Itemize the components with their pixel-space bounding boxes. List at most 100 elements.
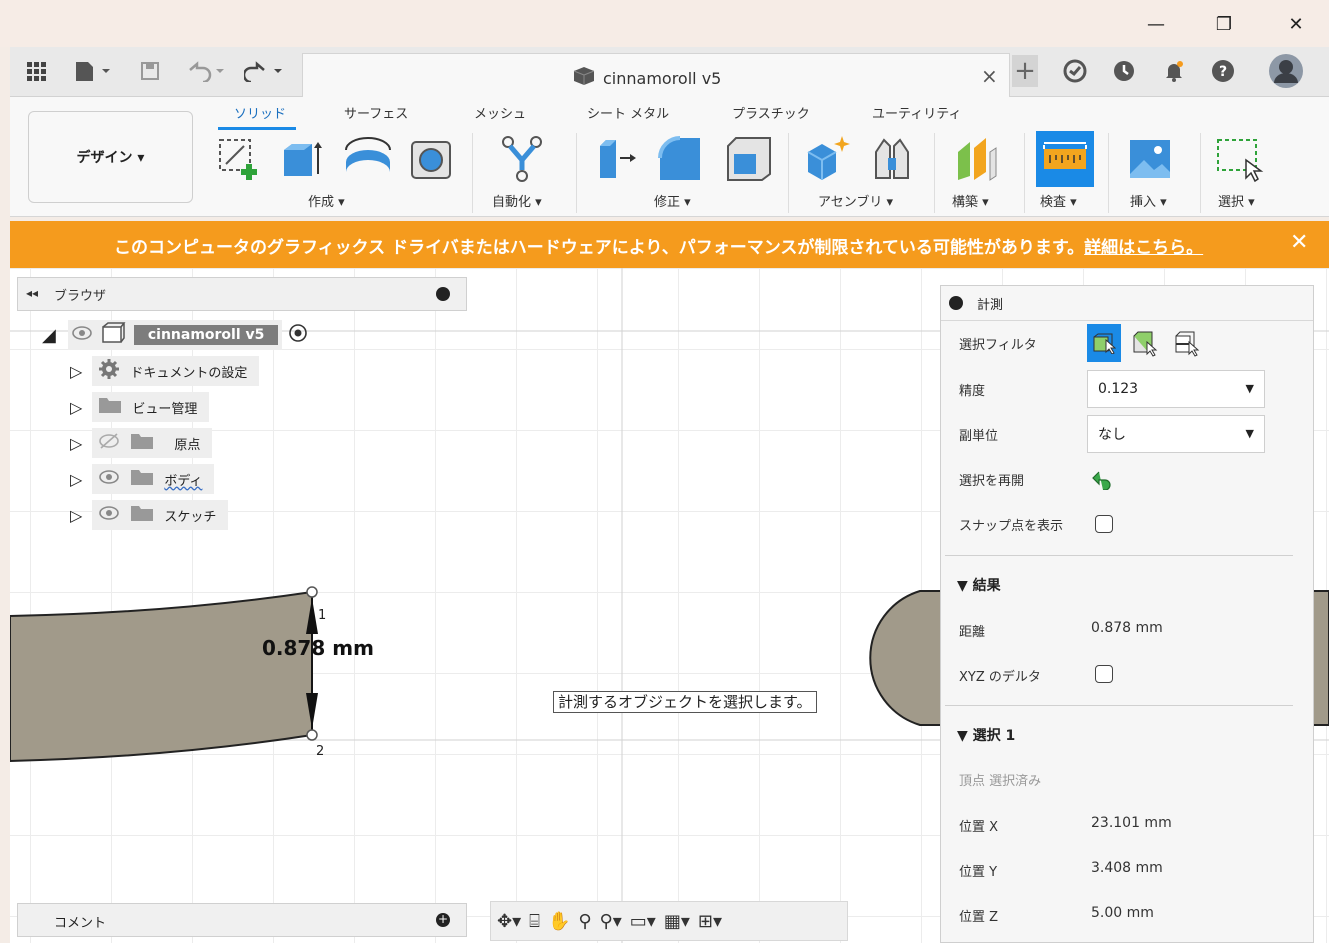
comments-bar: コメント +	[17, 903, 467, 937]
tree-item-bodies[interactable]: ▷ ボディ	[70, 464, 215, 494]
show-snap-points-checkbox[interactable]	[1095, 515, 1113, 533]
filter-edge-icon[interactable]	[1173, 328, 1201, 362]
joint-icon[interactable]	[866, 131, 918, 187]
assembly-group-label[interactable]: アセンブリ ▾	[818, 191, 893, 210]
ribbon-divider	[576, 133, 577, 213]
banner-close-icon[interactable]: ✕	[1290, 230, 1308, 255]
create-group-label[interactable]: 作成 ▾	[308, 191, 345, 210]
undo-icon[interactable]	[186, 57, 230, 85]
fit-icon[interactable]: ⚲▾	[600, 911, 622, 932]
collapse-icon[interactable]: ◂◂	[26, 286, 38, 300]
viewports-icon[interactable]: ⊞▾	[698, 911, 722, 932]
tree-root-row[interactable]: ◢ cinnamoroll v5	[42, 320, 308, 350]
file-icon[interactable]	[72, 57, 116, 85]
avatar[interactable]	[1267, 53, 1305, 89]
tab-plastic[interactable]: プラスチック	[732, 103, 810, 122]
revolve-icon[interactable]	[342, 131, 394, 187]
insert-image-icon[interactable]	[1124, 131, 1176, 187]
redo-icon[interactable]	[244, 57, 288, 85]
browser-title: ブラウザ	[54, 289, 107, 304]
eye-icon[interactable]	[98, 469, 120, 489]
browser-panel-header: ◂◂ ブラウザ	[17, 277, 467, 311]
close-window-button[interactable]: ✕	[1276, 8, 1316, 40]
tree-item-label: ボディ	[164, 473, 203, 489]
minimize-panel-icon[interactable]	[436, 287, 450, 301]
expand-icon[interactable]: ▷	[70, 470, 82, 489]
grid-settings-icon[interactable]: ▦▾	[664, 911, 690, 932]
apps-grid-icon[interactable]	[24, 57, 48, 85]
save-icon[interactable]	[138, 57, 162, 85]
expand-icon[interactable]: ▷	[70, 506, 82, 525]
construct-plane-icon[interactable]	[950, 131, 1002, 187]
chamfer-icon[interactable]	[722, 131, 774, 187]
extrude-icon[interactable]	[278, 131, 330, 187]
chevron-down-icon: ▼	[1245, 427, 1254, 440]
automate-group-label[interactable]: 自動化 ▾	[492, 191, 542, 210]
press-pull-icon[interactable]	[592, 131, 644, 187]
construct-group-label[interactable]: 構築 ▾	[952, 191, 989, 210]
look-at-icon[interactable]: ⌸	[529, 911, 540, 932]
tab-solid[interactable]: ソリッド	[234, 103, 286, 122]
close-tab-icon[interactable]: ×	[981, 64, 998, 88]
expand-icon[interactable]: ▷	[70, 362, 82, 381]
collapse-panel-icon[interactable]	[949, 296, 963, 310]
zoom-icon[interactable]: ⚲	[578, 911, 591, 932]
notification-bell-icon[interactable]	[1161, 57, 1187, 85]
precision-dropdown[interactable]: 0.123 ▼	[1087, 370, 1265, 408]
document-tab[interactable]: cinnamoroll v5 ×	[302, 53, 1010, 97]
expand-root-icon[interactable]: ◢	[42, 325, 56, 346]
measure-panel-header: 計測	[941, 286, 1313, 321]
new-component-icon[interactable]	[802, 131, 854, 187]
expand-icon[interactable]: ▷	[70, 398, 82, 417]
job-status-icon[interactable]	[1062, 57, 1088, 85]
point-1-label: 1	[318, 608, 327, 623]
minimize-button[interactable]: —	[1136, 8, 1176, 40]
inspect-group-label[interactable]: 検査 ▾	[1040, 191, 1077, 210]
add-comment-icon[interactable]: +	[436, 913, 450, 927]
fillet-icon[interactable]	[656, 131, 708, 187]
help-icon[interactable]: ?	[1210, 57, 1236, 85]
ribbon: デザイン ▾ ソリッド サーフェス メッシュ シート メタル プラスチック ユー…	[10, 97, 1329, 217]
activate-radio-icon[interactable]	[288, 323, 308, 347]
subunit-dropdown[interactable]: なし ▼	[1087, 415, 1265, 453]
ribbon-divider	[934, 133, 935, 213]
eye-hidden-icon[interactable]	[98, 433, 120, 453]
modify-group-label[interactable]: 修正 ▾	[654, 191, 691, 210]
create-sketch-icon[interactable]	[214, 131, 266, 187]
eye-icon[interactable]	[98, 505, 120, 525]
history-icon[interactable]	[1111, 57, 1137, 85]
tree-item-origin[interactable]: ▷ 原点	[70, 428, 213, 458]
selection-1-section-title[interactable]: ▼ 選択 1	[957, 725, 1015, 745]
design-workspace-button[interactable]: デザイン ▾	[28, 111, 193, 203]
restore-button[interactable]: ❐	[1204, 8, 1244, 40]
precision-label: 精度	[959, 384, 986, 399]
insert-group-label[interactable]: 挿入 ▾	[1130, 191, 1167, 210]
shell-icon[interactable]	[406, 131, 458, 187]
tree-item-sketches[interactable]: ▷ スケッチ	[70, 500, 229, 530]
root-component-label[interactable]: cinnamoroll v5	[133, 325, 279, 345]
display-settings-icon[interactable]: ▭▾	[630, 911, 656, 932]
tree-item-document-settings[interactable]: ▷ ドキュメントの設定	[70, 356, 260, 386]
measure-tool-button[interactable]	[1036, 131, 1094, 187]
select-window-icon[interactable]	[1212, 131, 1264, 187]
new-tab-button[interactable]: +	[1012, 55, 1038, 87]
xyz-delta-checkbox[interactable]	[1095, 665, 1113, 683]
point-2-label: 2	[316, 744, 325, 759]
orbit-icon[interactable]: ✥▾	[497, 911, 521, 932]
expand-icon[interactable]: ▷	[70, 434, 82, 453]
measure-title: 計測	[977, 297, 1004, 313]
tab-mesh[interactable]: メッシュ	[474, 103, 526, 122]
pan-hand-icon[interactable]: ✋	[548, 911, 570, 932]
tab-surface[interactable]: サーフェス	[344, 103, 408, 122]
automate-icon[interactable]	[496, 131, 548, 187]
tab-utility[interactable]: ユーティリティ	[872, 103, 961, 122]
banner-details-link[interactable]: 詳細はこちら。	[1084, 238, 1203, 258]
filter-face-icon[interactable]	[1131, 328, 1159, 362]
tab-sheet-metal[interactable]: シート メタル	[587, 103, 669, 122]
results-section-title[interactable]: ▼ 結果	[957, 575, 1001, 595]
select-group-label[interactable]: 選択 ▾	[1218, 191, 1255, 210]
tree-item-view-management[interactable]: ▷ ビュー管理	[70, 392, 210, 422]
eye-icon[interactable]	[72, 326, 92, 344]
filter-body-icon[interactable]	[1087, 324, 1121, 362]
restart-selection-icon[interactable]	[1091, 468, 1115, 494]
